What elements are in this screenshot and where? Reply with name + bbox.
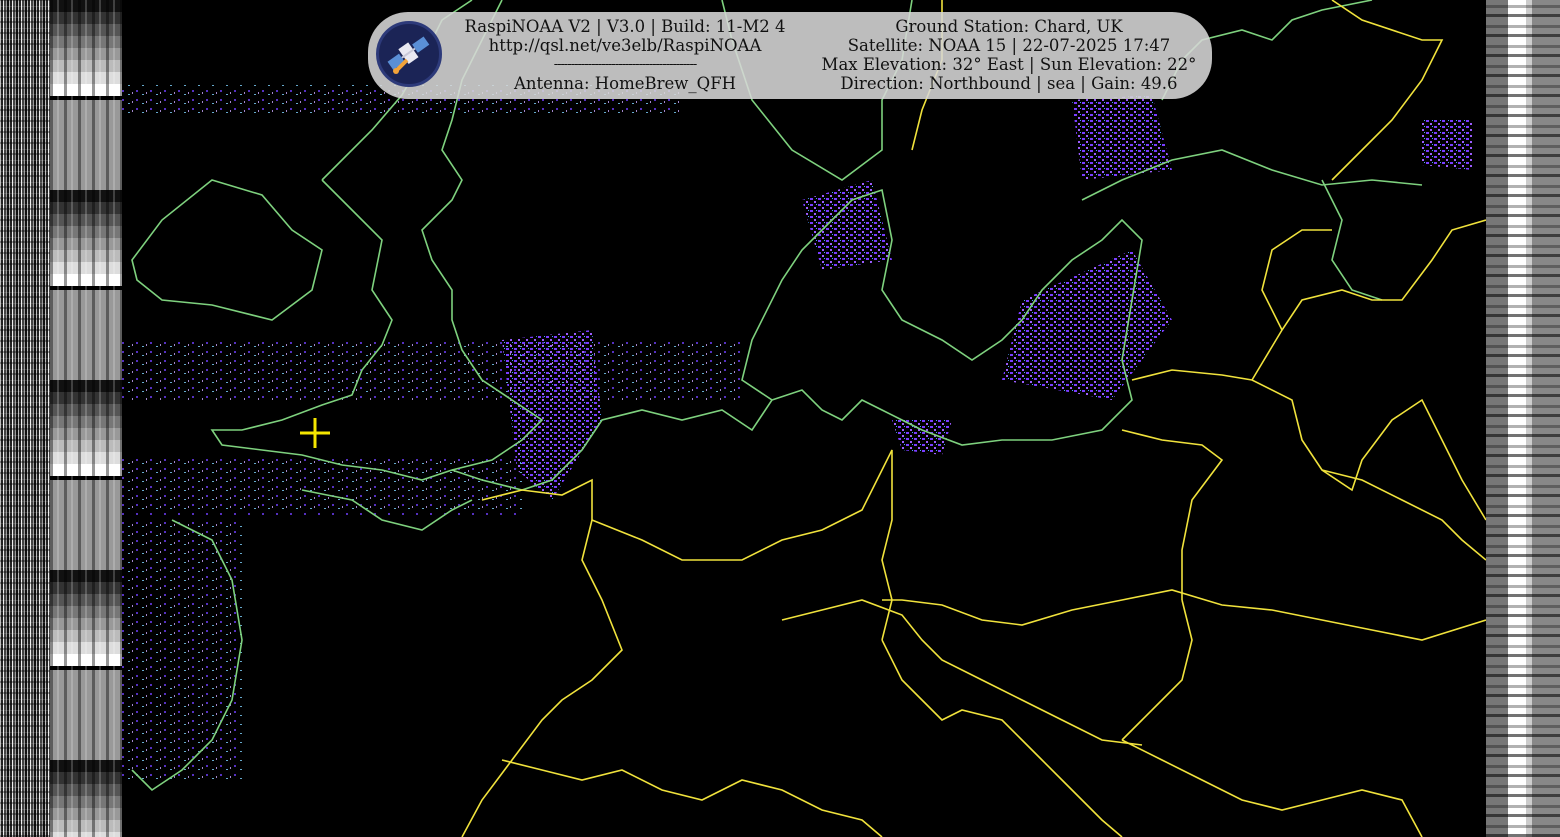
satellite-pass: Satellite: NOAA 15 | 22-07-2025 17:47 bbox=[847, 36, 1171, 55]
telemetry-wedge-strip-left bbox=[50, 0, 122, 837]
map-overlay bbox=[122, 0, 1486, 837]
country-borders bbox=[461, 0, 1486, 837]
info-separator: ----------------------------------------… bbox=[553, 57, 698, 72]
ground-station: Ground Station: Chard, UK bbox=[895, 17, 1123, 36]
satellite-image: RaspiNOAA V2 | V3.0 | Build: 11-M2 4 htt… bbox=[0, 0, 1560, 837]
elevation-info: Max Elevation: 32° East | Sun Elevation:… bbox=[821, 55, 1197, 74]
telemetry-strip-right bbox=[1486, 0, 1560, 837]
direction-info: Direction: Northbound | sea | Gain: 49.6 bbox=[840, 74, 1178, 93]
satellite-icon bbox=[376, 21, 442, 87]
project-url: http://qsl.net/ve3elb/RaspiNOAA bbox=[488, 36, 762, 55]
pass-details: Ground Station: Chard, UK Satellite: NOA… bbox=[814, 17, 1204, 93]
station-software-info: RaspiNOAA V2 | V3.0 | Build: 11-M2 4 htt… bbox=[460, 17, 790, 93]
pass-info-panel: RaspiNOAA V2 | V3.0 | Build: 11-M2 4 htt… bbox=[368, 12, 1212, 99]
antenna-info: Antenna: HomeBrew_QFH bbox=[513, 74, 737, 93]
crosshair-marker-icon bbox=[300, 418, 330, 448]
software-version: RaspiNOAA V2 | V3.0 | Build: 11-M2 4 bbox=[464, 17, 786, 36]
telemetry-noise-strip-left bbox=[0, 0, 50, 837]
